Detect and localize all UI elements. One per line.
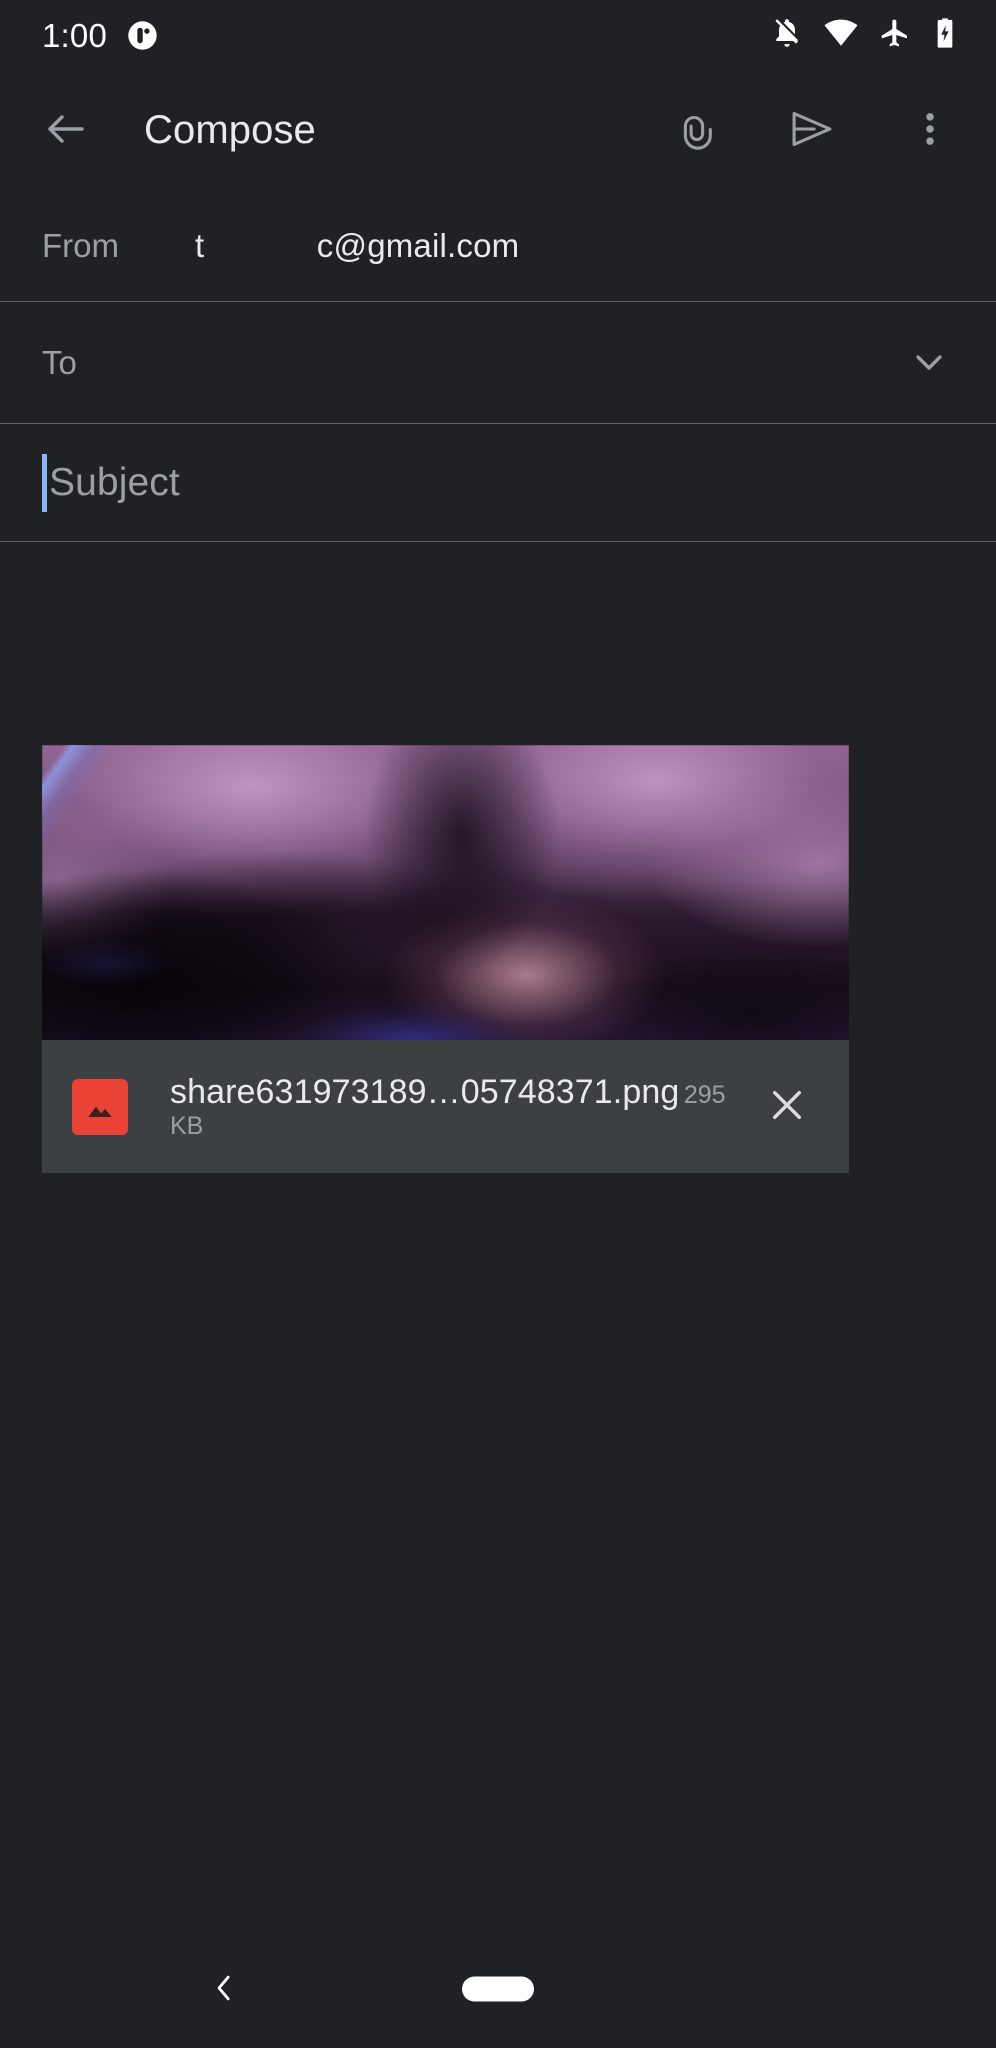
wifi-icon	[824, 16, 858, 55]
text-caret	[42, 454, 47, 512]
back-button[interactable]	[28, 92, 104, 168]
to-row[interactable]: To	[0, 302, 996, 424]
send-icon	[787, 104, 837, 157]
app-badge-icon	[127, 20, 158, 51]
system-navigation-bar	[0, 1930, 996, 2048]
battery-charging-icon	[932, 17, 958, 54]
more-options-icon	[908, 107, 952, 154]
compose-fields: From t c@gmail.com To Subject	[0, 190, 996, 542]
attach-file-button[interactable]	[656, 92, 732, 168]
subject-input[interactable]: Subject	[42, 454, 180, 512]
attachment-card[interactable]: share631973189…05748371.png 295 KB	[42, 745, 849, 1173]
compose-screen: 1:00 Compose From t c@gmail.com To Subje…	[0, 0, 996, 2048]
from-label: From	[42, 227, 119, 264]
nav-back-button[interactable]	[186, 1951, 262, 2027]
close-icon	[764, 1082, 810, 1131]
status-bar-left: 1:00	[42, 19, 158, 52]
notifications-off-icon	[771, 17, 803, 54]
attach-file-icon	[671, 106, 717, 155]
from-address: t c@gmail.com	[195, 227, 520, 264]
send-button[interactable]	[774, 92, 850, 168]
chevron-down-icon	[905, 338, 953, 389]
nav-back-icon	[204, 1968, 244, 2011]
airplane-mode-icon	[879, 17, 911, 54]
from-row[interactable]: From t c@gmail.com	[0, 190, 996, 302]
app-toolbar: Compose	[0, 70, 996, 190]
attachment-filename: share631973189…05748371.png	[170, 1073, 680, 1112]
to-input[interactable]: To	[42, 344, 77, 382]
status-bar: 1:00	[0, 0, 996, 70]
page-title: Compose	[144, 107, 316, 152]
attachment-info-bar: share631973189…05748371.png 295 KB	[42, 1040, 849, 1173]
image-file-icon	[72, 1078, 128, 1135]
attachment-text: share631973189…05748371.png 295 KB	[170, 1072, 739, 1141]
status-bar-right	[771, 16, 970, 55]
nav-home-pill[interactable]	[462, 1976, 534, 2002]
more-options-button[interactable]	[892, 92, 968, 168]
subject-placeholder: Subject	[49, 461, 180, 504]
toolbar-actions	[656, 92, 982, 168]
message-body-area[interactable]: share631973189…05748371.png 295 KB	[0, 542, 996, 1930]
status-time: 1:00	[42, 16, 108, 54]
back-icon	[42, 105, 90, 156]
attachment-thumbnail[interactable]	[42, 745, 849, 1040]
subject-row[interactable]: Subject	[0, 424, 996, 542]
thumbnail-highlight-streak	[42, 745, 849, 1040]
remove-attachment-button[interactable]	[751, 1071, 823, 1143]
expand-recipients-button[interactable]	[894, 328, 964, 398]
